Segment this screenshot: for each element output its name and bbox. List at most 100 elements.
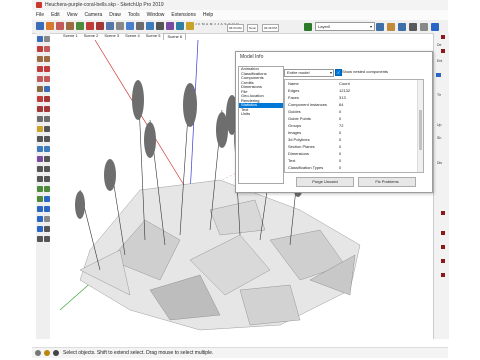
tab-scene-4[interactable]: Scene 4 [122,33,143,39]
tray-toggle-5-icon[interactable] [441,259,445,263]
stat-name: Guides [288,109,301,114]
tape-icon[interactable] [37,116,43,122]
menu-help[interactable]: Help [203,12,213,18]
rotate-tool-icon[interactable] [96,22,104,30]
style-icon-1[interactable] [376,23,384,31]
menu-tools[interactable]: Tools [128,12,140,18]
scrollbar-thumb[interactable] [419,110,422,150]
sun-icon[interactable] [37,226,43,232]
fix-problems-button[interactable]: Fix Problems [358,177,416,187]
layer-select[interactable]: Layer0 ▾ [315,22,375,31]
stat-name: Text [288,158,296,163]
offset-tool-icon[interactable] [116,22,124,30]
select-tool-icon[interactable] [36,22,44,30]
stat-name: Groups [288,123,302,128]
scale-icon[interactable] [37,106,43,112]
line-tool-icon[interactable] [56,22,64,30]
status-hint: Select objects. Shift to extend select. … [63,350,214,356]
orbit-icon[interactable] [37,156,43,162]
tape-measure-icon[interactable] [126,22,134,30]
tray-pin-icon[interactable] [441,35,445,39]
tray-label-2[interactable]: Ent [437,59,442,63]
section-plane-icon[interactable] [37,146,43,152]
tray-toggle-6-icon[interactable] [441,273,445,277]
tray-label-3[interactable]: Tir [437,93,441,97]
scale-tool-icon[interactable] [106,22,114,30]
style-icon-6[interactable] [431,23,439,31]
orbit-tool-icon[interactable] [146,22,154,30]
shadow-time-start: 06:33 AM [227,24,244,32]
move-icon[interactable] [37,96,43,102]
style-icon-3[interactable] [398,23,406,31]
credits-icon[interactable] [44,350,50,356]
smoove-icon[interactable] [37,206,43,212]
tab-scene-6[interactable]: Scene 6 [163,33,187,40]
tab-scene-2[interactable]: Scene 2 [81,33,102,39]
style-icon-4[interactable] [409,23,417,31]
column-header-name: Name [288,81,299,86]
tray-toggle-1-icon[interactable] [441,49,445,53]
menu-view[interactable]: View [67,12,78,18]
zoom-extents-icon[interactable] [37,176,43,182]
menu-bar: File Edit View Camera Draw Tools Window … [32,10,448,20]
user-icon[interactable] [53,350,59,356]
tray-item-icon[interactable] [436,73,441,77]
position-camera-icon[interactable] [37,186,43,192]
stat-name: Guide Points [288,116,311,121]
chevron-down-icon: ▾ [329,70,332,75]
tray-toggle-2-icon[interactable] [441,211,445,215]
rectangle-icon[interactable] [37,56,43,62]
push-pull-icon[interactable] [76,22,84,30]
push-pull-tool-icon[interactable] [37,86,43,92]
move-tool-icon[interactable] [86,22,94,30]
tray-label-5[interactable]: Sh [437,136,441,140]
tray-toggle-4-icon[interactable] [441,245,445,249]
warehouse-icon[interactable] [176,22,184,30]
menu-draw[interactable]: Draw [109,12,121,18]
pan-tool-icon[interactable] [156,22,164,30]
layers-check-icon [304,23,312,31]
circle-icon[interactable] [37,66,43,72]
purge-unused-button[interactable]: Purge Unused [296,177,354,187]
stat-count: 0 [339,151,342,156]
category-units[interactable]: Units [239,111,283,117]
shape-tool-icon[interactable] [66,22,74,30]
stat-count: 0 [339,144,342,149]
zoom-tool-icon[interactable] [166,22,174,30]
pencil-icon[interactable] [37,46,43,52]
statistics-scrollbar[interactable] [417,80,423,172]
text-tool-icon[interactable] [136,22,144,30]
shadow-toggle-icon[interactable] [186,22,194,30]
walk-icon[interactable] [37,196,43,202]
tray-label-6[interactable]: Dis [437,161,442,165]
info-icon[interactable] [35,350,41,356]
zoom-icon[interactable] [37,166,43,172]
menu-file[interactable]: File [36,12,44,18]
menu-extensions[interactable]: Extensions [171,12,195,18]
show-nested-checkbox[interactable]: ✓ [335,69,342,76]
menu-edit[interactable]: Edit [51,12,60,18]
arc-icon[interactable] [37,76,43,82]
eraser-tool-icon[interactable] [46,22,54,30]
tab-scene-1[interactable]: Scene 1 [60,33,81,39]
style-icon-5[interactable] [420,23,428,31]
outliner-icon[interactable] [37,236,43,242]
axes-icon[interactable] [37,136,43,142]
window-title: Heuchera-purple-coral-bells.skp - Sketch… [45,2,164,8]
tab-scene-5[interactable]: Scene 5 [143,33,164,39]
select-icon[interactable] [37,36,43,42]
style-icon-2[interactable] [387,23,395,31]
menu-camera[interactable]: Camera [84,12,102,18]
shadow-noon-label: Noon [247,24,259,32]
category-list: Animation Classifications Components Cre… [238,66,284,184]
dialog-title: Model Info [240,54,264,60]
menu-window[interactable]: Window [147,12,165,18]
drape-icon[interactable] [37,216,43,222]
protractor-icon[interactable] [37,126,43,132]
layer-select-value: Layer0 [318,24,331,29]
tray-toggle-3-icon[interactable] [441,231,445,235]
tray-label-1[interactable]: De [437,43,441,47]
tray-label-4[interactable]: Up [437,123,441,127]
scope-select[interactable]: Entire model ▾ [284,69,334,77]
tab-scene-3[interactable]: Scene 3 [101,33,122,39]
